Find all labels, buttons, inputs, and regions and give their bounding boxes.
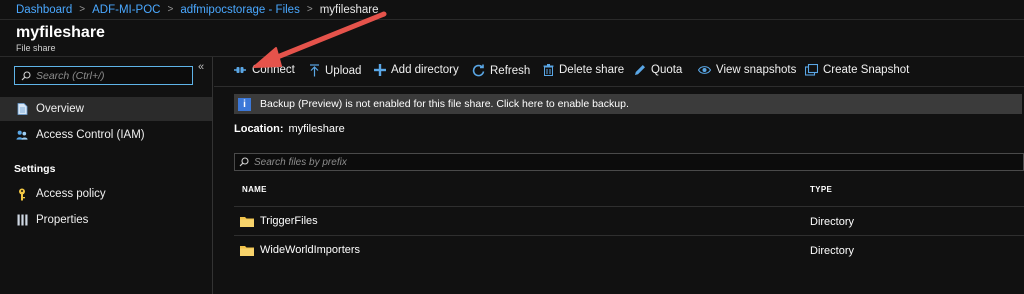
page-title: myfileshare: [16, 24, 105, 41]
row-type: Directory: [810, 245, 855, 257]
collapse-sidebar-icon[interactable]: «: [198, 61, 204, 73]
snapshot-icon: [805, 64, 818, 76]
info-icon: i: [238, 97, 251, 111]
blade-header: myfileshare File share: [0, 20, 1024, 57]
table-row[interactable]: WideWorldImporters Directory: [234, 235, 1024, 264]
breadcrumb-separator: >: [167, 4, 174, 15]
add-directory-button[interactable]: Add directory: [374, 64, 459, 76]
toolbar-label: Quota: [651, 64, 683, 76]
sidebar-item-label: Overview: [36, 103, 84, 115]
folder-icon: [240, 245, 254, 256]
row-type: Directory: [810, 216, 855, 228]
main-content: Connect Upload Add directory Refresh Del…: [214, 57, 1024, 294]
command-bar: Connect Upload Add directory Refresh Del…: [214, 57, 1024, 87]
sidebar: « Overview Access Control (IAM) Settings…: [0, 57, 213, 294]
properties-bars-icon: [16, 214, 28, 226]
toolbar-label: View snapshots: [716, 64, 797, 76]
upload-icon: [309, 64, 320, 77]
toolbar-label: Create Snapshot: [823, 64, 910, 76]
plus-icon: [374, 64, 386, 76]
file-search-input[interactable]: [254, 156, 754, 168]
pencil-icon: [634, 64, 646, 76]
table-row[interactable]: TriggerFiles Directory: [234, 206, 1024, 235]
row-name: TriggerFiles: [240, 215, 318, 227]
column-header-name[interactable]: NAME: [242, 185, 267, 194]
sidebar-item-properties[interactable]: Properties: [0, 208, 212, 232]
view-snapshots-button[interactable]: View snapshots: [698, 64, 796, 76]
breadcrumb-current: myfileshare: [319, 3, 379, 16]
toolbar-label: Add directory: [391, 64, 459, 76]
file-search[interactable]: [234, 153, 1024, 171]
people-icon: [16, 129, 28, 141]
location-value: myfileshare: [288, 123, 345, 135]
folder-icon: [240, 216, 254, 227]
breadcrumb-adf-mi-poc[interactable]: ADF-MI-POC: [92, 4, 160, 16]
connect-icon: [233, 65, 247, 75]
breadcrumb: Dashboard > ADF-MI-POC > adfmipocstorage…: [0, 0, 1024, 20]
sidebar-item-access-control[interactable]: Access Control (IAM): [0, 123, 212, 147]
toolbar-label: Refresh: [490, 64, 531, 77]
refresh-icon: [472, 64, 485, 77]
eye-icon: [698, 65, 711, 75]
search-icon: [239, 157, 249, 167]
delete-share-button[interactable]: Delete share: [543, 64, 624, 76]
row-name-text: TriggerFiles: [260, 215, 318, 227]
breadcrumb-storage-files[interactable]: adfmipocstorage - Files: [180, 4, 300, 16]
sidebar-item-label: Access Control (IAM): [36, 129, 145, 141]
sidebar-item-access-policy[interactable]: Access policy: [0, 182, 212, 206]
settings-section-label: Settings: [14, 163, 56, 175]
location-field: Location: myfileshare: [234, 123, 345, 135]
breadcrumb-separator: >: [306, 4, 313, 15]
toolbar-label: Upload: [325, 64, 362, 77]
location-label: Location:: [234, 123, 284, 135]
create-snapshot-button[interactable]: Create Snapshot: [805, 64, 909, 76]
page-subtitle: File share: [16, 43, 56, 53]
row-name: WideWorldImporters: [240, 244, 360, 256]
sidebar-item-label: Properties: [36, 214, 89, 226]
column-header-type[interactable]: TYPE: [810, 185, 832, 194]
overview-doc-icon: [16, 103, 28, 115]
search-icon: [21, 70, 31, 80]
connect-button[interactable]: Connect: [233, 64, 295, 76]
sidebar-search[interactable]: [14, 66, 193, 85]
banner-text: Backup (Preview) is not enabled for this…: [260, 98, 629, 110]
backup-info-banner[interactable]: i Backup (Preview) is not enabled for th…: [234, 94, 1022, 114]
quota-button[interactable]: Quota: [634, 64, 682, 76]
toolbar-label: Delete share: [559, 64, 625, 76]
toolbar-label: Connect: [252, 64, 295, 76]
trash-icon: [543, 64, 554, 76]
breadcrumb-dashboard[interactable]: Dashboard: [16, 4, 72, 16]
key-icon: [16, 188, 28, 200]
sidebar-item-label: Access policy: [36, 188, 106, 200]
row-name-text: WideWorldImporters: [260, 244, 361, 256]
sidebar-search-input[interactable]: [36, 69, 186, 82]
breadcrumb-separator: >: [79, 4, 86, 15]
sidebar-item-overview[interactable]: Overview: [0, 97, 212, 121]
upload-button[interactable]: Upload: [309, 64, 361, 77]
refresh-button[interactable]: Refresh: [472, 64, 530, 77]
